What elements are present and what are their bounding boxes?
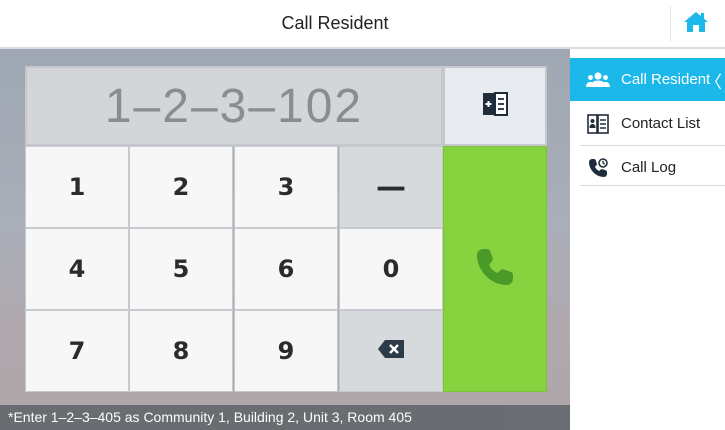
backspace-icon [377, 337, 405, 365]
key-label: 7 [68, 337, 86, 365]
keypad: 1 2 3 — 4 5 6 0 7 8 9 [25, 146, 443, 392]
contact-book-icon [584, 113, 612, 134]
page-title: Call Resident [281, 13, 389, 33]
sidebar-item-call-resident[interactable]: Call Resident 〈 [570, 58, 725, 101]
key-label: — [376, 169, 406, 205]
key-dash[interactable]: — [339, 146, 443, 228]
key-8[interactable]: 8 [129, 310, 233, 392]
phone-icon [473, 245, 517, 294]
key-3[interactable]: 3 [234, 146, 338, 228]
active-indicator: 〈 [705, 73, 722, 92]
call-button[interactable] [443, 146, 547, 392]
key-6[interactable]: 6 [234, 228, 338, 310]
key-label: 1 [68, 173, 86, 201]
key-label: 3 [277, 173, 295, 201]
sidebar-item-label: Call Resident [621, 71, 711, 88]
key-0[interactable]: 0 [339, 228, 443, 310]
sidebar-item-label: Call Log [621, 159, 677, 176]
sidebar-item-label: Contact List [621, 115, 701, 132]
sidebar-item-contact-list[interactable]: Contact List [570, 102, 725, 145]
key-1[interactable]: 1 [25, 146, 129, 228]
key-7[interactable]: 7 [25, 310, 129, 392]
backspace-button[interactable] [339, 310, 443, 392]
key-label: 0 [382, 255, 400, 283]
key-label: 2 [172, 173, 190, 201]
sidebar: Call Resident 〈 Contact List Call Log [570, 49, 725, 430]
key-label: 9 [277, 337, 295, 365]
home-icon [683, 10, 709, 39]
key-label: 4 [68, 255, 86, 283]
sidebar-divider [580, 185, 725, 186]
home-button[interactable] [670, 6, 721, 42]
key-label: 8 [172, 337, 190, 365]
key-label: 6 [277, 255, 295, 283]
key-4[interactable]: 4 [25, 228, 129, 310]
users-icon [584, 71, 612, 89]
dial-display: 1–2–3–102 [25, 66, 443, 146]
add-contact-button[interactable] [443, 66, 547, 146]
call-log-icon [584, 157, 612, 179]
contact-book-add-icon [480, 90, 510, 123]
header-bar: Call Resident [0, 0, 725, 49]
dial-panel: 1–2–3–102 1 2 3 — 4 5 6 0 7 8 9 *Enter 1… [0, 49, 570, 430]
key-label: 5 [172, 255, 190, 283]
key-2[interactable]: 2 [129, 146, 233, 228]
key-9[interactable]: 9 [234, 310, 338, 392]
key-5[interactable]: 5 [129, 228, 233, 310]
sidebar-item-call-log[interactable]: Call Log [570, 146, 725, 189]
input-hint: *Enter 1–2–3–405 as Community 1, Buildin… [0, 405, 570, 430]
